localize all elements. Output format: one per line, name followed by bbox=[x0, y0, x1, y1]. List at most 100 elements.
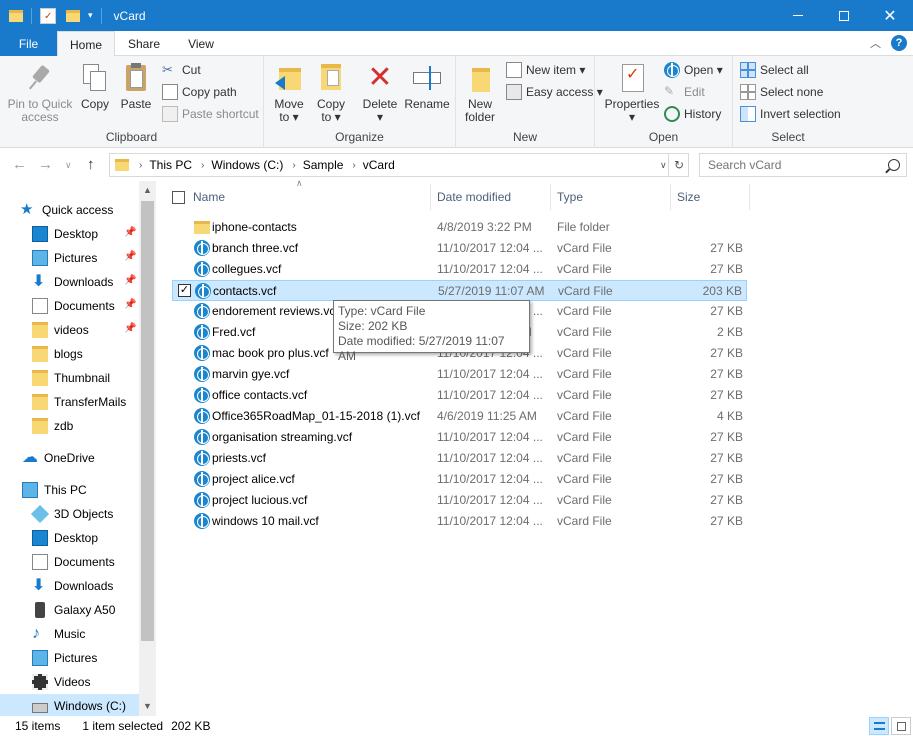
tab-share[interactable]: Share bbox=[115, 31, 173, 56]
nav-documents[interactable]: Documents bbox=[32, 294, 115, 318]
column-type[interactable]: Type bbox=[557, 184, 583, 210]
nav-blogs[interactable]: blogs bbox=[32, 342, 83, 366]
nav-quick-access[interactable]: ★ Quick access bbox=[20, 198, 113, 222]
select-none-icon bbox=[740, 84, 756, 100]
nav-videos-folder[interactable]: videos bbox=[32, 318, 89, 342]
select-all-button[interactable]: Select all bbox=[740, 60, 809, 80]
nav-scrollbar[interactable]: ▲ ▼ bbox=[139, 181, 156, 716]
tab-file[interactable]: File bbox=[0, 31, 57, 56]
file-row[interactable]: priests.vcf 11/10/2017 12:04 ... vCard Fil… bbox=[172, 448, 747, 469]
copy-path-button[interactable]: Copy path bbox=[162, 82, 237, 102]
nav-transfermails[interactable]: TransferMails bbox=[32, 390, 126, 414]
file-type: vCard File bbox=[557, 325, 612, 339]
rename-button[interactable]: Rename bbox=[402, 62, 452, 111]
history-button[interactable]: History bbox=[664, 104, 721, 124]
nav-pictures[interactable]: Pictures bbox=[32, 246, 97, 270]
select-all-checkbox[interactable] bbox=[172, 191, 185, 204]
search-input[interactable] bbox=[708, 158, 878, 172]
new-item-button[interactable]: New item ▾ bbox=[506, 60, 585, 80]
maximize-button[interactable] bbox=[821, 0, 867, 31]
copy-button[interactable]: Copy bbox=[76, 62, 114, 111]
copy-to-button[interactable]: Copy to ▾ bbox=[310, 62, 352, 124]
vcard-icon bbox=[194, 471, 210, 487]
minimize-button[interactable] bbox=[775, 0, 821, 31]
collapse-ribbon-icon[interactable]: ︿ bbox=[870, 35, 881, 51]
nav-music[interactable]: ♪ Music bbox=[32, 622, 85, 646]
nav-galaxy-a50[interactable]: Galaxy A50 bbox=[32, 598, 115, 622]
cut-button[interactable]: ✂ Cut bbox=[162, 60, 201, 80]
folder-row[interactable]: iphone-contacts 4/8/2019 3:22 PM File fold… bbox=[172, 217, 747, 238]
nav-3d-objects[interactable]: 3D Objects bbox=[30, 502, 113, 526]
nav-desktop[interactable]: Desktop bbox=[32, 222, 98, 246]
file-name: collegues.vcf bbox=[212, 262, 282, 276]
refresh-button[interactable]: ↻ bbox=[668, 153, 689, 177]
tab-view[interactable]: View bbox=[173, 31, 229, 56]
scroll-thumb[interactable] bbox=[141, 201, 154, 641]
address-bar[interactable]: › This PC › Windows (C:) › Sample › vCar… bbox=[109, 153, 689, 177]
breadcrumb-vcard[interactable]: vCard bbox=[363, 158, 395, 172]
nav-thumbnail[interactable]: Thumbnail bbox=[32, 366, 110, 390]
file-date-modified: 5/27/2019 11:07 AM bbox=[438, 284, 545, 298]
row-checkbox[interactable]: ✓ bbox=[178, 284, 191, 297]
search-box[interactable] bbox=[699, 153, 907, 177]
column-size[interactable]: Size bbox=[677, 184, 700, 210]
open-label: Open bbox=[648, 130, 679, 144]
edit-button[interactable]: ✎ Edit bbox=[664, 82, 705, 102]
nav-windows-c[interactable]: Windows (C:) bbox=[0, 694, 139, 716]
file-size: 27 KB bbox=[710, 514, 743, 528]
forward-arrow-icon[interactable]: → bbox=[38, 156, 53, 173]
column-date-modified[interactable]: Date modified bbox=[437, 184, 511, 210]
move-to-button[interactable]: Move to ▾ bbox=[268, 62, 310, 124]
nav-videos[interactable]: Videos bbox=[32, 670, 90, 694]
column-name[interactable]: Name bbox=[193, 184, 225, 210]
up-arrow-icon[interactable]: ↑ bbox=[87, 156, 95, 173]
help-icon[interactable]: ? bbox=[891, 35, 907, 51]
paste-button[interactable]: Paste bbox=[116, 62, 156, 111]
nav-zdb[interactable]: zdb bbox=[32, 414, 73, 438]
paste-shortcut-button[interactable]: Paste shortcut bbox=[162, 104, 259, 124]
download-arrow-icon: ⬇ bbox=[32, 273, 46, 290]
breadcrumb-windows-c[interactable]: Windows (C:) bbox=[211, 158, 283, 172]
file-row[interactable]: windows 10 mail.vcf 11/10/2017 12:04 ... v… bbox=[172, 511, 747, 532]
details-view-button[interactable] bbox=[869, 717, 889, 735]
nav-pc-documents[interactable]: Documents bbox=[32, 550, 115, 574]
scroll-down-icon[interactable]: ▼ bbox=[143, 701, 152, 711]
easy-access-button[interactable]: Easy access ▾ bbox=[506, 82, 603, 102]
file-row[interactable]: project alice.vcf 11/10/2017 12:04 ... vCa… bbox=[172, 469, 747, 490]
nav-pc-pictures[interactable]: Pictures bbox=[32, 646, 97, 670]
pin-to-quick-access-button[interactable]: Pin to Quick access bbox=[4, 62, 76, 124]
nav-onedrive[interactable]: ☁ OneDrive bbox=[22, 446, 95, 470]
nav-pc-downloads[interactable]: ⬇ Downloads bbox=[32, 574, 113, 598]
open-button[interactable]: Open ▾ bbox=[664, 60, 723, 80]
back-arrow-icon[interactable]: ← bbox=[12, 156, 27, 173]
open-group: ✓ Properties ▾ Open ▾ ✎ Edit History Ope… bbox=[595, 56, 733, 148]
file-row[interactable]: ✓ contacts.vcf 5/27/2019 11:07 AM vCard Fil… bbox=[172, 280, 747, 301]
delete-button[interactable]: ✕ Delete ▾ bbox=[358, 62, 402, 124]
file-row[interactable]: branch three.vcf 11/10/2017 12:04 ... vCar… bbox=[172, 238, 747, 259]
address-dropdown-icon[interactable]: ∨ bbox=[660, 160, 667, 171]
nav-this-pc[interactable]: This PC bbox=[22, 478, 87, 502]
properties-button[interactable]: ✓ Properties ▾ bbox=[603, 62, 661, 124]
customize-toolbar-icon[interactable]: ▾ bbox=[88, 10, 93, 21]
file-row[interactable]: project lucious.vcf 11/10/2017 12:04 ... v… bbox=[172, 490, 747, 511]
file-row[interactable]: Office365RoadMap_01-15-2018 (1).vcf 4/6/2… bbox=[172, 406, 747, 427]
properties-icon[interactable]: ✓ bbox=[40, 7, 56, 24]
large-icons-view-button[interactable] bbox=[891, 717, 911, 735]
paste-shortcut-icon bbox=[162, 106, 178, 122]
breadcrumb-this-pc[interactable]: This PC bbox=[149, 158, 192, 172]
nav-downloads[interactable]: ⬇ Downloads bbox=[32, 270, 113, 294]
scroll-up-icon[interactable]: ▲ bbox=[143, 185, 152, 195]
recent-locations-icon[interactable]: ∨ bbox=[65, 160, 72, 171]
breadcrumb-sample[interactable]: Sample bbox=[303, 158, 344, 172]
invert-selection-button[interactable]: Invert selection bbox=[740, 104, 841, 124]
close-button[interactable]: ✕ bbox=[867, 0, 913, 31]
nav-pc-desktop[interactable]: Desktop bbox=[32, 526, 98, 550]
file-row[interactable]: office contacts.vcf 11/10/2017 12:04 ... v… bbox=[172, 385, 747, 406]
file-row[interactable]: marvin gye.vcf 11/10/2017 12:04 ... vCard … bbox=[172, 364, 747, 385]
tab-home[interactable]: Home bbox=[57, 31, 115, 57]
select-none-button[interactable]: Select none bbox=[740, 82, 823, 102]
new-folder-icon[interactable] bbox=[66, 9, 80, 22]
new-folder-button[interactable]: New folder bbox=[458, 62, 502, 124]
file-row[interactable]: collegues.vcf 11/10/2017 12:04 ... vCard F… bbox=[172, 259, 747, 280]
file-row[interactable]: organisation streaming.vcf 11/10/2017 12:… bbox=[172, 427, 747, 448]
